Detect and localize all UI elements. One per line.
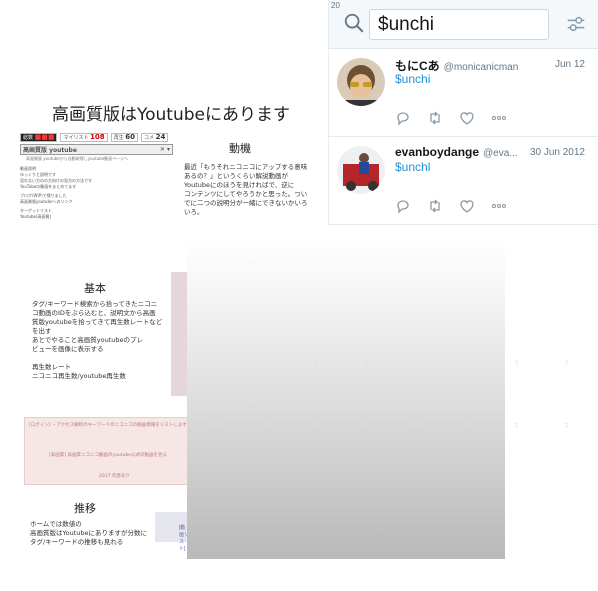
more-icon[interactable] <box>491 198 507 214</box>
blue-thumbnail: [動画リスト] <box>155 512 189 552</box>
mini-line: 動画説明 <box>20 166 36 171</box>
mini-stat-total: 総数 ■■■ <box>20 133 58 142</box>
motive-heading: 動機 <box>229 142 251 155</box>
basic-text: タグ/キーワード検索から拾ってきたニコニ コ動画のIDをぶら込むと、説明文から高… <box>32 300 163 380</box>
tweet-date[interactable]: Jun 12 <box>555 59 585 70</box>
mini-subtitle: 高画質版 youtubeから自動取得しyoutube動画ページへ <box>26 156 129 161</box>
mini-line: ゆっくりと説明です <box>20 172 56 177</box>
mini-line: ブログ(WIP)で帰りました <box>20 193 67 198</box>
tweet-actions <box>395 110 507 126</box>
tweet-actions <box>395 198 507 214</box>
mini-close-icon: ✕ ▾ <box>159 146 170 153</box>
search-header: 20 <box>329 0 598 49</box>
transition-heading: 推移 <box>74 502 96 515</box>
mini-stat-bar: 総数 ■■■ マイリスト 108 再生 60 コメ 24 <box>20 133 173 142</box>
heart-icon[interactable] <box>459 110 475 126</box>
tweet-text[interactable]: $unchi <box>395 72 430 86</box>
pink-line-3: 2017 年歴あり <box>99 474 130 479</box>
mini-stat-play: 再生 60 <box>110 133 139 142</box>
pink-info-box: [ログイン] ・アクセス解析のキーワードのニコニコの動画情報をリストします [高… <box>24 417 191 485</box>
filter-icon[interactable] <box>565 13 587 35</box>
mini-line: ターゲットリスト <box>20 208 52 213</box>
search-input[interactable] <box>369 9 549 40</box>
pink-line-2: [高画質] 高画質ニコニコ動画のyoutube公式の動画を見る <box>49 453 167 458</box>
more-icon[interactable] <box>491 110 507 126</box>
mini-line: YouTubeの動画をまとめてます <box>20 184 77 189</box>
mini-line: 高画質版youtubeへのリンク <box>20 199 73 204</box>
mini-line: Youtube(高画質) <box>20 214 52 219</box>
overlay-grid-marks: ⠿ ⠿ ⠿ ⠿ ⠿ ⠿ ⠿ ⠿ <box>214 361 591 367</box>
tweet-date[interactable]: 30 Jun 2012 <box>530 147 585 158</box>
avatar[interactable] <box>337 146 385 194</box>
mini-stat-mylist: マイリスト 108 <box>60 133 108 142</box>
tweet-item[interactable]: evanboydange @eva... 30 Jun 2012 $unchl <box>329 137 598 225</box>
search-icon[interactable] <box>343 12 365 34</box>
tweet-handle[interactable]: @monicanicman <box>444 62 519 73</box>
tweet-author[interactable]: evanboydange @eva... <box>395 145 518 159</box>
mini-line: 見れない方のの方向けの見方の方法です <box>20 178 92 183</box>
mini-stat-comment: コメ 24 <box>141 133 169 142</box>
retweet-icon[interactable] <box>427 110 443 126</box>
mini-search-row: 高画質版 youtube ✕ ▾ <box>20 144 173 155</box>
slide-title: 高画質版はYoutubeにあります <box>52 105 290 125</box>
reply-icon[interactable] <box>395 198 411 214</box>
result-count: 20 <box>331 1 340 10</box>
mini-screenshot: 総数 ■■■ マイリスト 108 再生 60 コメ 24 高画質版 youtub… <box>20 133 173 240</box>
reply-icon[interactable] <box>395 110 411 126</box>
motive-text: 最近「もうそれニコニコにアップする意味 あるの？」というくらい解説動画が You… <box>184 163 308 216</box>
heart-icon[interactable] <box>459 198 475 214</box>
avatar[interactable] <box>337 58 385 106</box>
retweet-icon[interactable] <box>427 198 443 214</box>
pink-line-1: [ログイン] ・アクセス解析のキーワードのニコニコの動画情報をリストします <box>29 423 187 428</box>
tweet-text[interactable]: $unchl <box>395 160 430 174</box>
overlay-grid-marks: ⠿ ⠿ ⠿ ⠿ ⠿ ⠿ ⠿ ⠿ <box>214 424 591 430</box>
basic-heading: 基本 <box>84 282 106 295</box>
transition-text: ホームでは数値の 高画質版はYoutubeにありますが分数に タグ/キーワードの… <box>30 520 147 546</box>
twitter-search-panel: 20 もにCあ@monicanicman Jun 12 $unch <box>328 0 598 225</box>
tweet-item[interactable]: もにCあ @monicanicman Jun 12 $unchi <box>329 49 598 137</box>
overlay-panel: ⠿ ⠿ ⠿ ⠿ ⠿ ⠿ ⠿ ⠿ ⠿ ⠿ ⠿ ⠿ ⠿ ⠿ ⠿ ⠿ <box>187 240 569 559</box>
tweet-handle[interactable]: @eva... <box>483 148 518 159</box>
